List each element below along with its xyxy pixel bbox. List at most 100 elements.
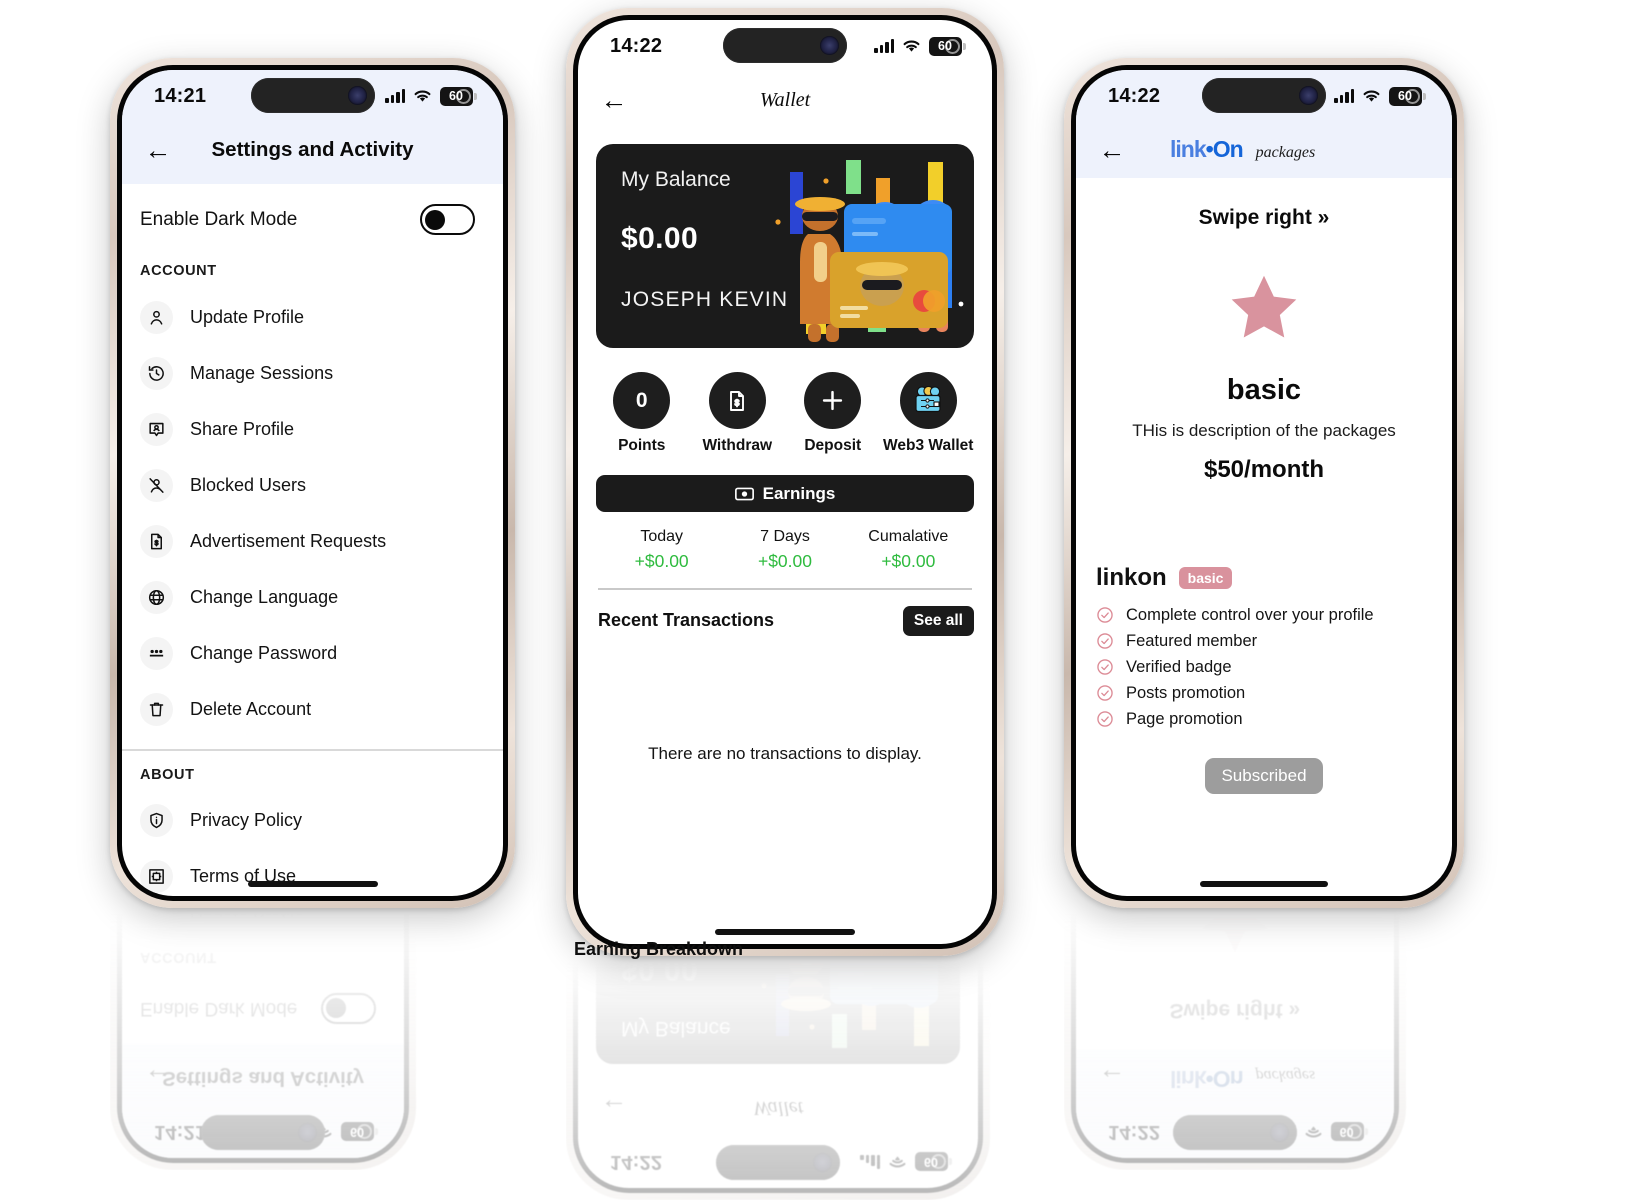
sidebar-item-label: Advertisement Requests xyxy=(190,530,387,551)
action-label: Points xyxy=(618,437,666,454)
list-item: Featured member xyxy=(1096,628,1432,654)
phone1-content: Enable Dark Mode ACCOUNT Update Profile xyxy=(122,910,404,1044)
section-heading-account: ACCOUNT xyxy=(140,263,217,279)
credit-card-characters-illustration xyxy=(761,960,938,1048)
battery-icon: 60 xyxy=(1330,1122,1364,1142)
action-points[interactable]: 0 Points xyxy=(596,372,688,455)
swipe-hint: Swipe right » xyxy=(1198,206,1330,229)
earning-breakdown-title: Earning Breakdown xyxy=(574,939,744,959)
action-label: Deposit xyxy=(804,437,862,454)
front-camera-icon xyxy=(1299,86,1318,105)
earnings-value: +$0.00 xyxy=(757,551,812,571)
dark-mode-toggle[interactable] xyxy=(420,204,475,235)
status-badge: basic xyxy=(1178,567,1233,589)
balance-card: My Balance $0.00 JOSEPH KEVIN xyxy=(596,144,974,348)
section-heading-about: ABOUT xyxy=(140,766,195,783)
phone2-screen: 14:22 60 xyxy=(578,960,978,1188)
phone1-appbar: ← Settings and Activity xyxy=(122,122,503,178)
phone-bezel: 14:22 60 xyxy=(1071,65,1457,901)
phone-wallet: 14:22 60 xyxy=(566,960,990,1200)
dark-mode-row[interactable]: Enable Dark Mode xyxy=(122,184,503,257)
feature-label: Complete control over your profile xyxy=(1126,605,1374,624)
earnings-button[interactable]: Earnings xyxy=(596,475,974,512)
sidebar-item-update-profile[interactable]: Update Profile xyxy=(122,910,404,939)
sidebar-item-terms-of-use[interactable]: Terms of Use xyxy=(122,849,503,897)
sidebar-item-delete-account[interactable]: Delete Account xyxy=(122,681,503,737)
phone-settings-and-activity: 14:21 60 ← Settings and Activity Enable … xyxy=(110,910,417,1170)
earnings-value: +$0.00 xyxy=(634,551,689,571)
sidebar-item-label: Share Profile xyxy=(190,418,295,439)
back-arrow-icon[interactable]: ← xyxy=(598,1092,630,1124)
phone-bezel: 14:22 60 xyxy=(573,15,997,949)
brand-header: link•On packages xyxy=(1170,1066,1315,1092)
dynamic-island xyxy=(250,78,375,113)
sidebar-item-manage-sessions[interactable]: Manage Sessions xyxy=(122,345,503,401)
status-icons: 60 xyxy=(286,1122,375,1142)
document-dollar-icon xyxy=(708,372,766,429)
status-icons: 60 xyxy=(1334,86,1426,106)
battery-ring xyxy=(456,88,471,104)
page-title: Wallet xyxy=(752,1097,804,1120)
wallet-actions: 0 Points Withdraw Deposit Web3 Wallet xyxy=(578,348,992,461)
battery-icon: 60 xyxy=(440,86,477,106)
package-price: $50/month xyxy=(1203,456,1325,483)
status-time: 14:21 xyxy=(154,84,207,107)
dynamic-island xyxy=(716,1145,840,1180)
empty-transactions-message: There are no transactions to display. xyxy=(648,743,922,763)
dynamic-island xyxy=(723,28,847,63)
feature-label: Posts promotion xyxy=(1126,683,1246,702)
user-icon xyxy=(140,910,173,928)
feature-label: Page promotion xyxy=(1126,709,1243,728)
back-arrow-icon[interactable]: ← xyxy=(598,84,630,116)
list-item: Complete control over your profile xyxy=(1096,602,1432,628)
sidebar-item-share-profile[interactable]: Share Profile xyxy=(122,401,503,457)
sidebar-item-privacy-policy[interactable]: Privacy Policy xyxy=(122,793,503,849)
battery-icon: 60 xyxy=(915,1152,948,1172)
back-arrow-icon[interactable]: ← xyxy=(142,134,174,166)
star-icon xyxy=(1231,275,1297,338)
sidebar-item-update-profile[interactable]: Update Profile xyxy=(122,289,503,345)
see-all-button[interactable]: See all xyxy=(902,605,974,636)
user-icon xyxy=(140,300,173,334)
feature-label: Verified badge xyxy=(1126,657,1232,676)
back-arrow-icon[interactable]: ← xyxy=(142,1062,174,1094)
earnings-key: 7 Days xyxy=(760,528,810,545)
subscribed-button[interactable]: Subscribed xyxy=(1205,758,1323,794)
battery-ring xyxy=(357,1124,373,1140)
status-bar: 14:22 60 xyxy=(578,1136,978,1188)
status-icons: 60 xyxy=(1275,1122,1364,1142)
action-withdraw[interactable]: Withdraw xyxy=(691,372,783,455)
status-time: 14:21 xyxy=(154,1121,207,1144)
page-title: Settings and Activity xyxy=(211,138,414,161)
phone2-reflection: 14:22 60 ← Wallet My Balance $0.00 xyxy=(566,960,1004,1200)
phone-bezel: 14:21 60 ← Settings and Activity Enable … xyxy=(117,65,508,901)
check-circle-icon xyxy=(1097,685,1113,701)
dark-mode-row[interactable]: Enable Dark Mode xyxy=(122,971,404,1044)
home-indicator xyxy=(715,929,855,935)
back-arrow-icon[interactable]: ← xyxy=(1096,1062,1128,1094)
dynamic-island xyxy=(1202,78,1326,113)
action-web3-wallet[interactable]: Web3 Wallet xyxy=(882,372,974,455)
back-arrow-icon[interactable]: ← xyxy=(1096,134,1128,166)
battery-ring xyxy=(1346,1124,1362,1140)
earnings-key: Cumalative xyxy=(868,528,949,545)
status-time: 14:22 xyxy=(1108,84,1161,107)
dark-mode-toggle[interactable] xyxy=(321,993,377,1024)
sidebar-item-change-password[interactable]: Change Password xyxy=(122,625,503,681)
battery-icon: 60 xyxy=(929,36,966,56)
check-circle-icon xyxy=(1097,607,1113,623)
sidebar-item-blocked-users[interactable]: Blocked Users xyxy=(122,457,503,513)
phone1-content: Enable Dark Mode ACCOUNT Update Profile xyxy=(122,184,503,896)
cellular-bars-icon xyxy=(860,1155,880,1169)
wifi-icon xyxy=(1363,90,1380,102)
list-item: Page promotion xyxy=(1096,706,1432,732)
sidebar-item-change-language[interactable]: Change Language xyxy=(122,569,503,625)
sidebar-item-label: Blocked Users xyxy=(190,474,307,495)
status-bar: 14:22 60 xyxy=(1076,70,1452,122)
battery-level: 60 xyxy=(924,1155,938,1169)
status-bar: 14:22 60 xyxy=(1076,1106,1394,1158)
sidebar-item-advertisement-requests[interactable]: Advertisement Requests xyxy=(122,513,503,569)
status-time: 14:22 xyxy=(610,1151,663,1174)
dynamic-island xyxy=(1172,1115,1297,1150)
action-deposit[interactable]: Deposit xyxy=(787,372,879,455)
